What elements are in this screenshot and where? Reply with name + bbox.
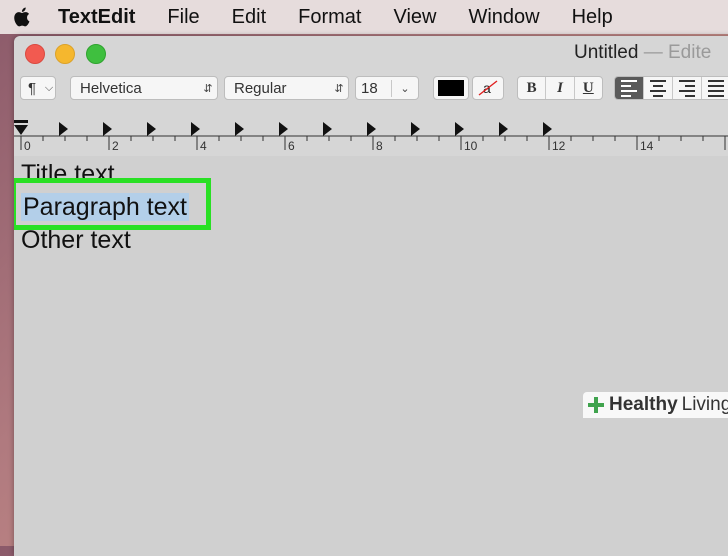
updown-chevron-icon: ⇵ [334, 82, 344, 95]
menu-window[interactable]: Window [452, 6, 555, 29]
menu-bar: TextEdit File Edit Format View Window He… [0, 0, 728, 34]
text-color-swatch [438, 80, 464, 96]
ruler-label: 12 [552, 139, 566, 153]
tab-stop-marker[interactable] [279, 122, 288, 136]
edited-status: — Edite [643, 42, 712, 63]
paragraph-icon: ¶ [28, 79, 37, 97]
tab-stop-marker[interactable] [147, 122, 156, 136]
align-left-button[interactable] [615, 77, 644, 99]
ruler[interactable]: 0 2 4 6 8 10 12 14 [14, 114, 728, 156]
no-highlight-icon: a [478, 80, 498, 96]
paragraph-styles-button[interactable]: ¶ ⌵ [20, 76, 56, 100]
tab-stop-marker[interactable] [103, 122, 112, 136]
menu-format[interactable]: Format [282, 6, 377, 29]
ruler-graphic: 0 2 4 6 8 10 12 14 [14, 120, 728, 153]
close-button[interactable] [25, 44, 45, 64]
tab-stop-marker[interactable] [59, 122, 68, 136]
ruler-label: 6 [288, 139, 295, 153]
align-right-button[interactable] [673, 77, 702, 99]
window-title: Untitled — Edite [574, 42, 711, 64]
menu-view[interactable]: View [377, 6, 452, 29]
alignment-segment [614, 76, 728, 100]
chevron-down-icon[interactable]: ⌄ [392, 82, 418, 95]
ruler-label: 10 [464, 139, 478, 153]
watermark: Healthy Living [583, 392, 728, 418]
font-style-value: Regular [234, 79, 287, 97]
ruler-label: 8 [376, 139, 383, 153]
menu-app-name[interactable]: TextEdit [44, 6, 151, 29]
menu-file[interactable]: File [151, 6, 215, 29]
other-text-line[interactable]: Other text [21, 226, 131, 255]
tab-stop-marker[interactable] [499, 122, 508, 136]
font-family-value: Helvetica [80, 79, 142, 97]
ruler-label: 0 [24, 139, 31, 153]
font-size-combo[interactable]: 18 ⌄ [355, 76, 419, 100]
indent-marker[interactable] [14, 120, 28, 135]
tab-stop-marker[interactable] [367, 122, 376, 136]
text-style-segment: B I U [517, 76, 603, 100]
font-size-value[interactable]: 18 [356, 79, 392, 97]
title-bar[interactable]: Untitled — Edite [14, 36, 728, 70]
minimize-button[interactable] [55, 44, 75, 64]
document-name: Untitled [574, 42, 639, 63]
bold-button[interactable]: B [518, 77, 547, 99]
tab-stop-marker[interactable] [455, 122, 464, 136]
zoom-button[interactable] [86, 44, 106, 64]
menu-edit[interactable]: Edit [216, 6, 282, 29]
format-toolbar: ¶ ⌵ Helvetica ⇵ Regular ⇵ 18 ⌄ a B I U [14, 76, 728, 104]
font-style-select[interactable]: Regular ⇵ [224, 76, 349, 100]
underline-button[interactable]: U [575, 77, 602, 99]
font-family-select[interactable]: Helvetica ⇵ [70, 76, 218, 100]
highlight-color-button[interactable]: a [472, 76, 504, 100]
menu-help[interactable]: Help [556, 6, 629, 29]
align-left-icon [621, 79, 637, 97]
ruler-label: 2 [112, 139, 119, 153]
apple-icon[interactable] [0, 6, 44, 28]
watermark-brand-a: Healthy [609, 394, 678, 415]
document-text-area[interactable]: Title text Paragraph text Other text [14, 156, 728, 556]
paragraph-text-line[interactable]: Paragraph text [21, 193, 189, 222]
tab-stop-marker[interactable] [323, 122, 332, 136]
align-center-icon [650, 79, 666, 97]
align-right-icon [679, 79, 695, 97]
ruler-label: 14 [640, 139, 654, 153]
text-color-button[interactable] [433, 76, 469, 100]
tab-stop-marker[interactable] [411, 122, 420, 136]
updown-chevron-icon: ⇵ [203, 82, 213, 95]
tab-stop-marker[interactable] [543, 122, 552, 136]
align-center-button[interactable] [644, 77, 673, 99]
italic-button[interactable]: I [546, 77, 575, 99]
watermark-brand-b: Living [681, 394, 728, 415]
leaf-cross-icon [588, 397, 604, 413]
chevron-down-icon: ⌵ [44, 81, 54, 94]
justify-button[interactable] [702, 77, 728, 99]
ruler-label: 4 [200, 139, 207, 153]
tab-stop-marker[interactable] [235, 122, 244, 136]
selected-text[interactable]: Paragraph text [21, 193, 189, 221]
justify-icon [708, 79, 724, 97]
tab-stop-marker[interactable] [191, 122, 200, 136]
textedit-window: Untitled — Edite ¶ ⌵ Helvetica ⇵ Regular… [14, 36, 728, 556]
